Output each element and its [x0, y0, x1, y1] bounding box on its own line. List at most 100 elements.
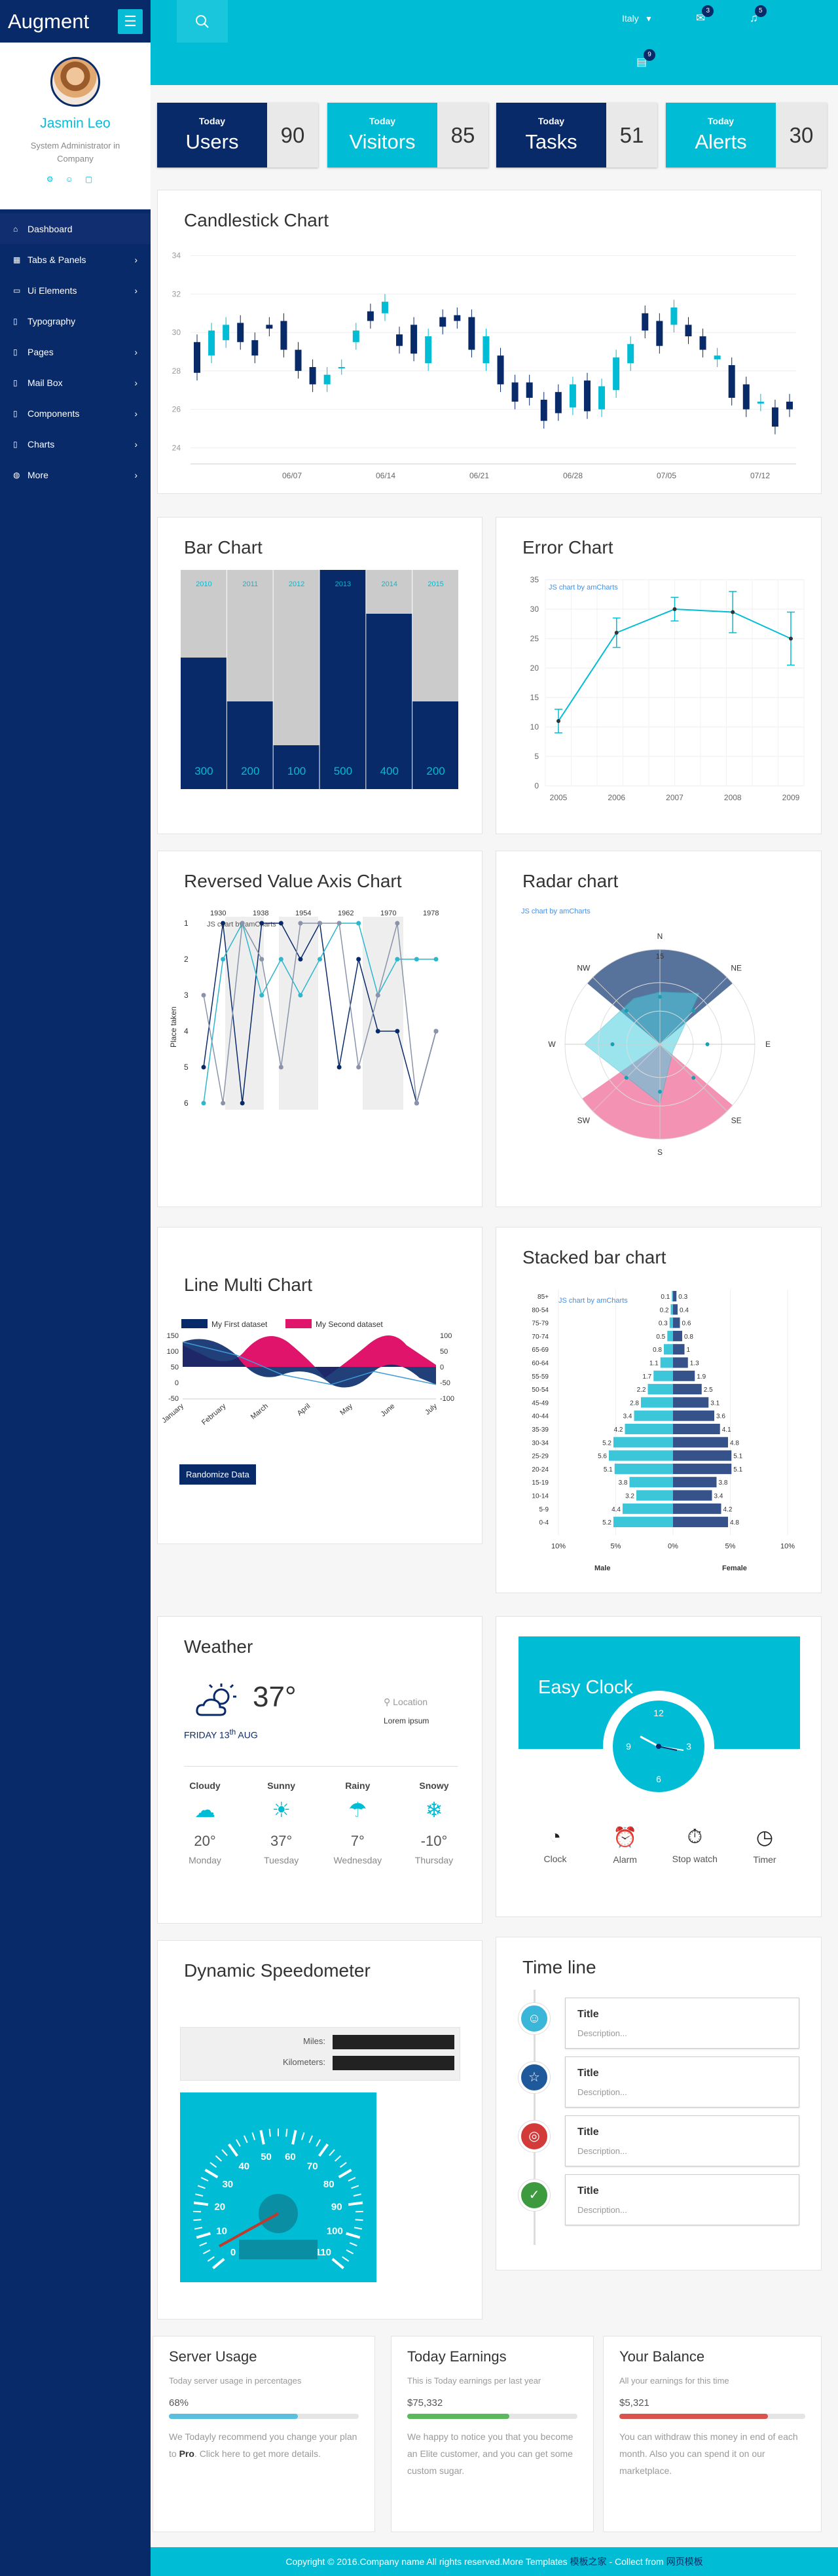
x-axis-label-male: Male [594, 1564, 610, 1572]
chevron-down-icon: ▾ [646, 13, 651, 24]
data-point [278, 957, 283, 962]
gauge-label: 70 [307, 2161, 318, 2172]
gauge-label: 30 [222, 2179, 233, 2190]
sidebar-item-components[interactable]: ▯ Components › [0, 398, 151, 429]
top-axis-label: 1954 [295, 909, 311, 917]
sidebar-item-dashboard[interactable]: ⌂ Dashboard [0, 213, 151, 244]
timeline-item[interactable]: Title Description... [565, 2174, 799, 2225]
candle-body [295, 349, 302, 371]
footer-text: Copyright © 2016.Company name All rights… [285, 2556, 570, 2567]
sidebar-item-mail-box[interactable]: ▯ Mail Box › [0, 367, 151, 398]
x-tick-label: 2008 [724, 793, 742, 802]
female-bar [673, 1517, 728, 1528]
stat-card-visitors[interactable]: Today Visitors 85 [327, 103, 488, 168]
search-button[interactable] [177, 0, 228, 43]
randomize-data-button[interactable]: Randomize Data [179, 1464, 256, 1485]
timeline-item[interactable]: Title Description... [565, 2056, 799, 2108]
avatar[interactable] [50, 57, 100, 107]
candle-body [352, 330, 359, 342]
forecast-condition: Cloudy [189, 1780, 221, 1791]
sidebar-item-label: Tabs & Panels [27, 254, 86, 265]
gauge-label: 40 [238, 2161, 249, 2172]
forecast-condition: Snowy [419, 1780, 449, 1791]
female-bar [673, 1437, 728, 1448]
mail-icon[interactable]: ✉ 3 [696, 5, 714, 25]
y-tick-label: 35 [530, 575, 539, 584]
clock-tab-stop-watch[interactable]: ⏱ Stop watch [662, 1826, 727, 1865]
weather-divider [184, 1766, 458, 1767]
female-value: 5.1 [733, 1453, 742, 1460]
user-icon[interactable]: ☺ [65, 175, 85, 184]
menu-toggle-button[interactable]: ☰ [118, 9, 143, 34]
language-select[interactable]: Italy ▾ [622, 13, 651, 24]
star-icon: ☆ [528, 2070, 540, 2085]
radar-axis-label: NW [577, 963, 591, 972]
gauge-label: 90 [331, 2202, 342, 2213]
profile-name[interactable]: Jasmin Leo [0, 116, 151, 132]
clock-numeral-12: 12 [653, 1708, 664, 1718]
sidebar-item-charts[interactable]: ▯ Charts › [0, 429, 151, 459]
candle-body [439, 317, 446, 327]
timeline-item[interactable]: Title Description... [565, 2115, 799, 2166]
sidebar-item-ui-elements[interactable]: ▭ Ui Elements › [0, 275, 151, 306]
stat-card-tasks[interactable]: Today Tasks 51 [496, 103, 657, 168]
weather-lorem: Lorem ipsum [384, 1716, 429, 1725]
footer-link-web[interactable]: 网页模板 [666, 2556, 703, 2567]
candle-body [728, 365, 735, 398]
table-icon: ▦ [13, 255, 21, 264]
candle-body [685, 325, 692, 337]
sidebar-item-pages[interactable]: ▯ Pages › [0, 336, 151, 367]
data-point [278, 921, 283, 926]
clock-tab-clock[interactable]: ◔ Clock [522, 1826, 588, 1865]
chat-icon[interactable]: ▤ 9 [636, 49, 656, 69]
bell-icon[interactable]: ♫ 5 [750, 5, 767, 25]
sidebar-item-typography[interactable]: ▯ Typography [0, 306, 151, 336]
sidebar-item-label: Charts [27, 438, 55, 450]
sidebar-item-tabs-panels[interactable]: ▦ Tabs & Panels › [0, 244, 151, 275]
candle-body [367, 311, 374, 321]
stat-card-users[interactable]: Today Users 90 [157, 103, 318, 168]
lock-icon[interactable]: ▢ [85, 175, 104, 184]
settings-icon[interactable]: ⚙ [46, 175, 65, 184]
age-group-label: 50-54 [532, 1386, 549, 1394]
reversed-chart: 1 2 3 4 5 6 1930 1938 1954 1962 1970 1978 Place take… [169, 909, 439, 1110]
x-tick-label: 2006 [608, 793, 625, 802]
top-axis-label: 1938 [253, 909, 268, 917]
candle-body [468, 317, 475, 350]
stat-small-label: Today [198, 116, 226, 126]
stat-small-label: Today [707, 116, 735, 126]
stat-card-alerts[interactable]: Today Alerts 30 [666, 103, 827, 168]
forecast-day: Sunny ☀ 37° Tuesday [249, 1780, 314, 1865]
timeline-item[interactable]: Title Description... [565, 1998, 799, 2049]
candle-body [454, 315, 461, 321]
female-bar [673, 1463, 732, 1474]
balance-progress-fill [619, 2414, 769, 2419]
weather-location[interactable]: ⚲ Location [384, 1697, 428, 1708]
clock-tab-alarm[interactable]: ⏰ Alarm [592, 1826, 658, 1865]
footer-link-templates[interactable]: 模板之家 [570, 2556, 607, 2567]
y-tick-label: 0 [534, 781, 539, 790]
server-text-bold[interactable]: Pro [179, 2448, 194, 2459]
sidebar: Augment ☰ Jasmin Leo System Administrato… [0, 0, 151, 2576]
candle-body [309, 366, 316, 385]
candle-body [323, 374, 331, 385]
brand-bar: Augment ☰ [0, 0, 151, 43]
stat-label-panel: Today Users [157, 103, 267, 168]
candle-body [757, 401, 764, 404]
y-tick-label: 28 [172, 366, 181, 376]
candle-body [381, 302, 388, 313]
brand-logo[interactable]: Augment [8, 10, 118, 33]
forecast-day: Rainy ☂ 7° Wednesday [325, 1780, 390, 1865]
data-point [298, 921, 303, 926]
gauge-tick [355, 2219, 363, 2221]
clock-tab-timer[interactable]: ◷ Timer [732, 1826, 797, 1865]
sidebar-item-more[interactable]: ◍ More › [0, 459, 151, 490]
female-bar [673, 1424, 720, 1434]
male-bar [667, 1330, 673, 1341]
gauge-label: 100 [327, 2225, 343, 2236]
line-multi-card: Line Multi Chart My First dataset My Seco… [157, 1227, 483, 1544]
legend-swatch [181, 1319, 208, 1328]
forecast-weekday: Wednesday [333, 1855, 382, 1865]
candle-body [555, 392, 562, 414]
dots-icon: ◍ [13, 470, 20, 480]
